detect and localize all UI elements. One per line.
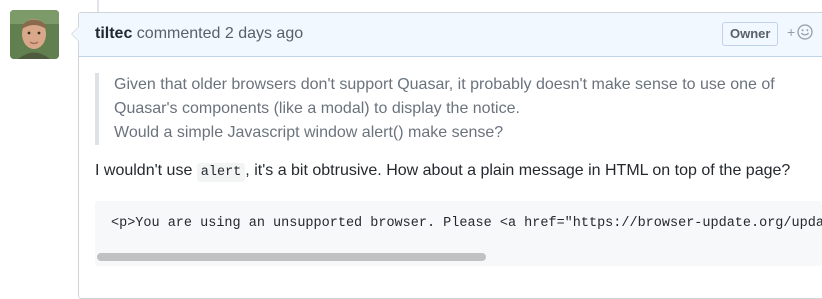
- comment-author[interactable]: tiltec: [95, 25, 132, 42]
- reaction-plus: +: [787, 24, 796, 40]
- add-reaction-button[interactable]: +: [787, 24, 813, 40]
- comment-paragraph: I wouldn't use alert, it's a bit obtrusi…: [95, 159, 822, 185]
- horizontal-scrollbar-thumb[interactable]: [97, 253, 486, 261]
- comment-action: commented: [136, 25, 221, 42]
- reply-text-after: , it's a bit obtrusive. How about a plai…: [245, 162, 791, 179]
- owner-badge: Owner: [722, 22, 779, 46]
- smiley-icon: [797, 24, 813, 40]
- comment-header: tiltec commented 2 days ago Owner +: [79, 13, 822, 57]
- reply-text-before: I wouldn't use: [95, 162, 197, 179]
- timeline-line: [97, 0, 99, 12]
- code-line: <p>You are using an unsupported browser.…: [111, 216, 822, 231]
- comment-header-text: tiltec commented 2 days ago: [95, 25, 303, 43]
- avatar-image: [10, 10, 59, 59]
- quote-line-3: Would a simple Javascript window alert()…: [114, 124, 504, 141]
- blockquote: Given that older browsers don't support …: [95, 73, 814, 145]
- comment-body: Given that older browsers don't support …: [95, 73, 822, 266]
- quote-line-2: Quasar's components (like a modal) to di…: [114, 100, 520, 117]
- code-block[interactable]: <p>You are using an unsupported browser.…: [95, 201, 822, 266]
- inline-code-alert: alert: [196, 163, 246, 182]
- comment-time[interactable]: 2 days ago: [225, 25, 303, 42]
- avatar[interactable]: [10, 10, 59, 59]
- quote-line-1: Given that older browsers don't support …: [114, 76, 775, 93]
- comment-box: tiltec commented 2 days ago Owner + Give…: [71, 12, 822, 299]
